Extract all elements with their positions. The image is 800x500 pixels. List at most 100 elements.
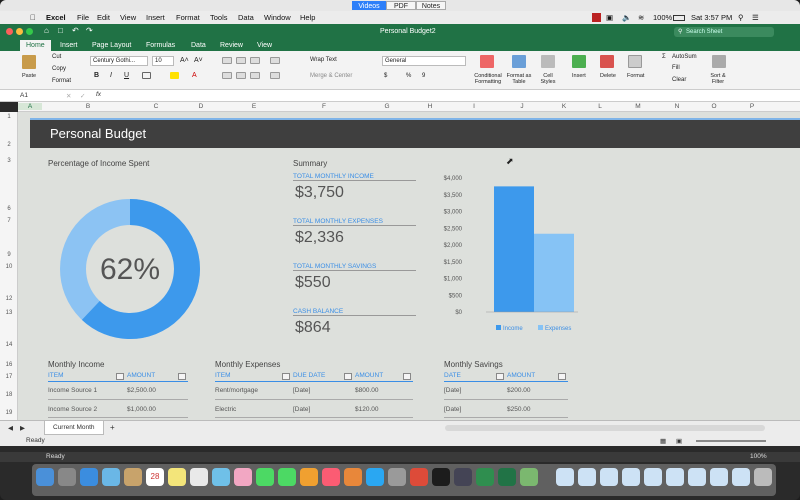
maps-icon[interactable] [212, 468, 230, 486]
numbers-icon[interactable] [476, 468, 494, 486]
sort-filter-icon[interactable] [712, 55, 726, 68]
number-format-select[interactable]: General [382, 56, 466, 66]
monthly-expenses-heading[interactable]: Monthly Expenses [215, 360, 280, 369]
orientation-icon[interactable] [270, 57, 280, 64]
donut-chart[interactable]: 62% [58, 197, 202, 341]
monthly-savings-heading[interactable]: Monthly Savings [444, 360, 503, 369]
format-cells-icon[interactable] [628, 55, 642, 68]
menu-tools[interactable]: Tools [210, 13, 228, 22]
summary-savings-value[interactable]: $550 [295, 274, 331, 292]
clear-button[interactable]: Clear [672, 76, 686, 85]
donut-label[interactable]: Percentage of Income Spent [48, 159, 149, 168]
row-header[interactable]: 3 [0, 158, 18, 164]
row-header[interactable]: 18 [0, 392, 18, 398]
expense-row-item[interactable]: Rent/mortgage [215, 387, 258, 394]
finder-icon[interactable] [36, 468, 54, 486]
activity-monitor-icon[interactable] [454, 468, 472, 486]
col-header[interactable]: A [18, 103, 42, 110]
format-cells-label[interactable]: Format [627, 73, 644, 79]
reminders-icon[interactable] [190, 468, 208, 486]
align-right-icon[interactable] [250, 72, 260, 79]
ibooks-icon[interactable] [344, 468, 362, 486]
keynote-icon[interactable] [300, 468, 318, 486]
fx-button[interactable]: fx [96, 91, 101, 98]
file-icon[interactable] [710, 468, 728, 486]
horizontal-scrollbar[interactable] [445, 425, 765, 431]
savings-row-date[interactable]: [Date] [444, 387, 461, 394]
mail-icon[interactable] [102, 468, 120, 486]
fill-button[interactable]: Fill [672, 64, 680, 73]
notification-icon[interactable]: ☰ [752, 13, 759, 22]
filter-dropdown-icon[interactable] [116, 373, 124, 380]
file-icon[interactable] [732, 468, 750, 486]
merge-center-button[interactable]: Merge & Center [310, 72, 352, 81]
row-header[interactable]: 17 [0, 374, 18, 380]
currency-icon[interactable]: $ [384, 72, 387, 81]
filter-dropdown-icon[interactable] [282, 373, 290, 380]
confirm-icon[interactable]: ✓ [80, 92, 85, 100]
quicklook-tab-pdf[interactable]: PDF [386, 1, 416, 10]
bold-button[interactable]: B [94, 71, 99, 80]
search-sheet-input[interactable]: Search Sheet [674, 27, 774, 37]
expenses-header-item[interactable]: ITEM [215, 372, 231, 379]
close-window-button[interactable] [6, 28, 13, 35]
percent-button[interactable]: % [406, 72, 411, 81]
menu-insert[interactable]: Insert [146, 13, 165, 22]
volume-icon[interactable]: 🔈 [622, 13, 631, 22]
paste-icon[interactable] [22, 55, 36, 69]
zoom-window-button[interactable] [26, 28, 33, 35]
menu-app-name[interactable]: Excel [46, 13, 66, 22]
savings-row-amount[interactable]: $200.00 [507, 387, 531, 394]
tab-home[interactable]: Home [20, 40, 51, 51]
minimize-window-button[interactable] [16, 28, 23, 35]
page-layout-view-icon[interactable]: ▣ [676, 437, 682, 445]
col-header[interactable]: L [582, 103, 618, 110]
preview-icon[interactable] [520, 468, 538, 486]
row-header[interactable]: 14 [0, 342, 18, 348]
excel-icon[interactable] [498, 468, 516, 486]
expense-row-amount[interactable]: $800.00 [355, 387, 379, 394]
col-header[interactable]: N [658, 103, 696, 110]
copy-button[interactable]: Copy [52, 65, 66, 74]
expense-row-date[interactable]: [Date] [293, 387, 310, 394]
tab-formulas[interactable]: Formulas [146, 40, 175, 51]
tab-page-layout[interactable]: Page Layout [92, 40, 131, 51]
col-header[interactable]: F [284, 103, 364, 110]
summary-heading[interactable]: Summary [293, 159, 327, 168]
format-as-table-label[interactable]: Format as Table [506, 73, 532, 85]
add-sheet-button[interactable]: + [110, 423, 115, 432]
row-header[interactable]: 7 [0, 218, 18, 224]
col-header[interactable]: H [410, 103, 450, 110]
filter-dropdown-icon[interactable] [558, 373, 566, 380]
col-header[interactable]: D [178, 103, 224, 110]
savings-header-date[interactable]: DATE [444, 372, 461, 379]
contacts-icon[interactable] [124, 468, 142, 486]
wifi-icon[interactable]: ≋ [638, 13, 644, 22]
fill-color-icon[interactable] [170, 72, 179, 79]
row-header[interactable]: 12 [0, 296, 18, 302]
zoom-slider[interactable] [696, 440, 766, 442]
prev-sheet-icon[interactable]: ◀ [8, 424, 13, 432]
downloads-folder-icon[interactable] [578, 468, 596, 486]
cancel-icon[interactable]: ✕ [66, 92, 71, 100]
apple-icon[interactable]:  [30, 13, 36, 22]
align-center-icon[interactable] [236, 72, 246, 79]
row-header[interactable]: 19 [0, 410, 18, 416]
menu-edit[interactable]: Edit [97, 13, 110, 22]
col-header[interactable]: B [42, 103, 134, 110]
menu-format[interactable]: Format [176, 13, 200, 22]
terminal-icon[interactable] [432, 468, 450, 486]
wrap-text-button[interactable]: Wrap Text [310, 56, 337, 65]
normal-view-icon[interactable]: ▦ [660, 437, 666, 445]
menu-file[interactable]: File [77, 13, 89, 22]
name-box[interactable]: A1 [20, 92, 28, 99]
sheet-area[interactable]: Personal Budget Percentage of Income Spe… [18, 112, 800, 420]
quicklook-tab-videos[interactable]: Videos [352, 1, 386, 10]
insert-cells-label[interactable]: Insert [572, 73, 586, 79]
conditional-formatting-label[interactable]: Conditional Formatting [472, 73, 504, 85]
itunes-icon[interactable] [322, 468, 340, 486]
row-header[interactable]: 1 [0, 114, 18, 120]
savings-header-amount[interactable]: AMOUNT [507, 372, 535, 379]
sheet-title-banner[interactable]: Personal Budget [30, 120, 800, 148]
summary-expenses-label[interactable]: TOTAL MONTHLY EXPENSES [293, 218, 416, 226]
